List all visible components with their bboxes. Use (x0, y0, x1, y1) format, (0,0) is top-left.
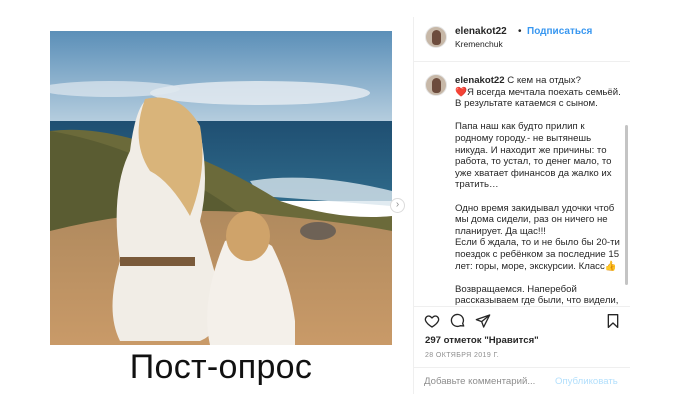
caption-line: Если б ждала, то и не было бы 20-ти (455, 237, 620, 249)
caption-line: ❤️Я всегда мечтала поехать семьёй. (455, 86, 621, 98)
publish-button[interactable]: Опубликовать (555, 376, 618, 387)
post-header: elenakot22 • Подписаться Kremenchuk (414, 17, 630, 62)
heart-icon[interactable] (424, 313, 440, 329)
caption-line: никуда. И находит же причины: то (455, 144, 607, 156)
photo-caption: Пост-опрос (129, 348, 313, 386)
caption-line: уже хватает финансов да жалко их (455, 167, 612, 179)
caption-line: работа, то устал, то денег мало, то (455, 156, 612, 168)
bookmark-icon[interactable] (605, 313, 621, 329)
post-panel: elenakot22 • Подписаться Kremenchuk elen… (413, 17, 630, 394)
caption-line: В результате катаемся с сыном. (455, 98, 598, 110)
caption-username[interactable]: elenakot22 (455, 75, 505, 86)
separator-dot: • (518, 26, 522, 37)
header-username[interactable]: elenakot22 (455, 26, 507, 37)
share-icon[interactable] (475, 313, 491, 329)
caption-line: лет: горы, море, экскурсии. Класс👍 (455, 260, 617, 272)
follow-button[interactable]: Подписаться (527, 26, 592, 37)
caption-line: поездок с ребёнком за последние 15 (455, 248, 620, 260)
caption-line: Папа наш как будто прилип к (455, 121, 585, 133)
caption-line: планирует. Да щас!!! (455, 225, 546, 237)
comment-input[interactable] (424, 374, 552, 388)
caption-line: родному городу.- не вытянешь (455, 132, 592, 144)
avatar[interactable] (425, 26, 447, 48)
caption-line: Возвращаемся. Наперебой (455, 283, 577, 295)
post-date[interactable]: 28 ОКТЯБРЯ 2019 Г. (425, 352, 499, 359)
caption-line: мы дома сидели, раз он ничего не (455, 214, 608, 226)
caption-line: рассказываем где были, что видели, (455, 295, 619, 306)
post-caption: elenakot22 С кем на отдых? ❤️Я всегда ме… (455, 75, 621, 306)
add-comment-bar: Опубликовать (414, 367, 630, 394)
chevron-right-icon[interactable]: › (390, 198, 405, 213)
post-photo[interactable] (50, 31, 392, 345)
caption-line: тратить… (455, 179, 499, 191)
caption-line: Одно время закидывал удочки чтоб (455, 202, 615, 214)
avatar[interactable] (425, 74, 447, 96)
comments-area[interactable]: elenakot22 С кем на отдых? ❤️Я всегда ме… (414, 63, 630, 306)
location-link[interactable]: Kremenchuk (455, 39, 503, 49)
caption-line: С кем на отдых? (507, 75, 581, 86)
comments-scrollbar[interactable] (625, 125, 628, 285)
likes-count[interactable]: 297 отметок "Нравится" (425, 335, 539, 346)
comment-icon[interactable] (450, 313, 466, 329)
